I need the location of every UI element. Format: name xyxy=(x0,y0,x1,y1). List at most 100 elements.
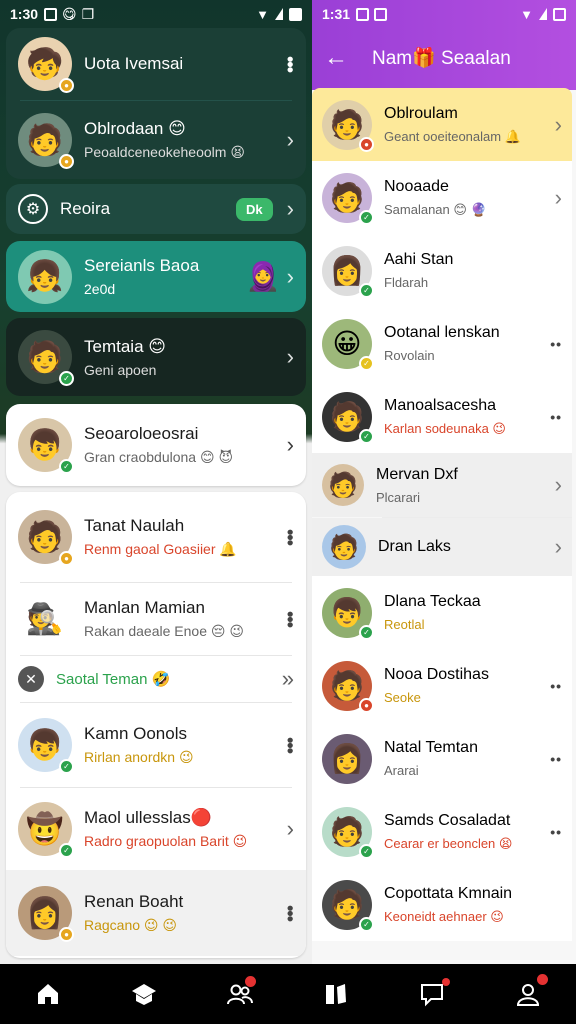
contact-name: Ootanal lenskan xyxy=(384,324,500,341)
avatar: 🧑 ● xyxy=(18,113,74,169)
contact-name: Dlana Teckaa xyxy=(384,593,481,610)
contact-status: Samalanan 😊 🔮 xyxy=(384,201,487,217)
chevron-right-icon[interactable]: › xyxy=(287,196,294,222)
chat-name: Kamn Oonols xyxy=(84,724,187,743)
pad-icon[interactable] xyxy=(124,974,164,1014)
more-options-icon[interactable]: •• xyxy=(550,824,562,840)
chat-icon[interactable] xyxy=(412,974,452,1014)
contact-status: Geant ooeiteonalam 🔔 xyxy=(384,128,521,144)
chat-item[interactable]: 🤠 ✓ Maol ullesslas🔴 Radro graopuolan Bari… xyxy=(6,788,306,870)
book-icon[interactable] xyxy=(316,974,356,1014)
more-options-icon[interactable]: ••• xyxy=(280,611,300,627)
chat-name: Manlan Mamian xyxy=(84,598,205,617)
profile-icon[interactable] xyxy=(508,974,548,1014)
message-icon xyxy=(374,7,388,21)
chat-preview: Gran craobdulona 😊 😈 xyxy=(84,449,234,465)
chevron-right-icon[interactable]: › xyxy=(555,472,562,498)
contact-name: Nooa Dostihas xyxy=(384,666,489,683)
chat-preview: Rakan daeale Enoe 😔 😉 xyxy=(84,623,244,639)
avatar: 👦 ✓ xyxy=(322,587,374,640)
wifi-icon: ▼ xyxy=(520,6,533,22)
contact-status: Keoneidt aehnaer 😉 xyxy=(384,908,504,924)
contact-status: Rovolain xyxy=(384,348,435,363)
avatar: 🧑 ● xyxy=(322,660,374,713)
back-arrow-icon[interactable]: ← xyxy=(324,44,348,72)
status-badge: Dk xyxy=(236,197,273,221)
more-options-icon[interactable]: ••• xyxy=(280,905,300,921)
more-options-icon[interactable]: ••• xyxy=(280,56,300,72)
chevron-right-icon[interactable]: › xyxy=(555,112,562,138)
list-item[interactable]: 👦 ✓ Dlana Teckaa Reotlal xyxy=(312,576,572,649)
groups-icon[interactable] xyxy=(220,974,260,1014)
chevron-right-icon[interactable]: › xyxy=(287,344,294,370)
chevron-right-icon[interactable]: › xyxy=(555,185,562,211)
more-options-icon[interactable]: •• xyxy=(550,409,562,425)
chat-item[interactable]: 👦 ✓ Seoaroloeosrai Gran craobdulona 😊 😈 › xyxy=(6,404,306,486)
avatar: 🧑 xyxy=(322,525,366,569)
list-item[interactable]: 🧑 ● Oblroulam Geant ooeiteonalam 🔔 › xyxy=(312,88,572,161)
list-item[interactable]: 😀 ✓ Ootanal lenskan Rovolain •• xyxy=(312,307,572,380)
home-icon[interactable] xyxy=(28,974,68,1014)
chat-item[interactable]: 🕵 Manlan Mamian Rakan daeale Enoe 😔 😉 ••… xyxy=(6,583,306,655)
chat-item[interactable]: ⚙ Reoira Dk › xyxy=(6,184,306,234)
list-item[interactable]: 🧑 ✓ Copottata Kmnain Keoneidt aehnaer 😉 xyxy=(312,868,572,941)
chat-item[interactable]: 🧑 ● Tanat Naulah Renm gaoal Goasiier 🔔 ••… xyxy=(6,492,306,582)
contact-status: Karlan sodeunaka 😉 xyxy=(384,420,506,436)
contact-status: Fldarah xyxy=(384,275,429,290)
chat-group-3: 👧 Sereianls Baoa 2e0d 🧕 › xyxy=(6,241,306,312)
chat-group-2: ⚙ Reoira Dk › xyxy=(6,184,306,234)
chat-item[interactable]: 👦 ✓ Kamn Oonols Rirlan anordkn 😉 ••• xyxy=(6,703,306,787)
more-options-icon[interactable]: ••• xyxy=(280,529,300,545)
contact-status: Ararai xyxy=(384,763,419,778)
avatar: 🤠 ✓ xyxy=(18,802,74,858)
chat-preview: Ragcano 😉 😉 xyxy=(84,917,178,933)
chat-item[interactable]: 🧑 ✓ Temtaia 😊 Geni apoen › xyxy=(6,318,306,396)
chat-name: Tanat Naulah xyxy=(84,516,185,535)
chevron-right-icon[interactable]: › xyxy=(555,534,562,560)
contact-name: Oblroulam xyxy=(384,104,458,122)
chevron-right-icon[interactable]: › xyxy=(287,264,294,290)
list-item[interactable]: 🧑 ✓ Nooaade Samalanan 😊 🔮 › xyxy=(312,161,572,234)
chat-name: Seoaroloeosrai xyxy=(84,424,199,443)
more-options-icon[interactable]: •• xyxy=(550,336,562,352)
list-item[interactable]: 🧑 Dran Laks › xyxy=(312,518,572,576)
more-options-icon[interactable]: ••• xyxy=(280,737,300,753)
header: 1:31 ▼ ← Nam🎁 Seaalan xyxy=(312,0,576,90)
chat-group-4: 🧑 ✓ Temtaia 😊 Geni apoen › xyxy=(6,318,306,396)
contact-status: Plcarari xyxy=(376,489,421,505)
chat-item[interactable]: 👧 Sereianls Baoa 2e0d 🧕 › xyxy=(6,241,306,312)
more-options-icon[interactable]: •• xyxy=(550,751,562,767)
avatar: 🧑 ● xyxy=(18,510,74,566)
notification-dot xyxy=(537,974,548,985)
chat-preview: 2e0d xyxy=(84,281,116,297)
list-item[interactable]: 🧑 ✓ Samds Cosaladat Cearar er beonclen 😫 •… xyxy=(312,795,572,868)
battery-icon xyxy=(553,7,566,21)
list-item[interactable]: 🧑 ✓ Manoalsacesha Karlan sodeunaka 😉 •• xyxy=(312,380,572,453)
more-options-icon[interactable]: •• xyxy=(550,678,562,694)
contact-name: Dran Laks xyxy=(378,538,451,555)
chat-item[interactable]: ✕ Saotal Teman 🤣 » xyxy=(6,656,306,702)
list-item[interactable]: 🧑 Mervan Dxf Plcarari › xyxy=(312,453,572,517)
chat-item[interactable]: 🧒 ● Uota Ivemsai ••• xyxy=(6,28,306,100)
chat-item[interactable]: 🧑 ● Oblrodaan 😊 Peoaldceneokeheoolm 😫 › xyxy=(6,101,306,179)
right-pane: 1:31 ▼ ← Nam🎁 Seaalan 🧑 ● Oblroulam Geant … xyxy=(312,0,576,964)
double-chevron-icon[interactable]: » xyxy=(282,666,294,692)
contact-name: Aahi Stan xyxy=(384,251,454,268)
chevron-right-icon[interactable]: › xyxy=(287,127,294,153)
chevron-right-icon[interactable]: › xyxy=(287,432,294,458)
chat-group-1: 🧒 ● Uota Ivemsai ••• 🧑 ● Oblrodaan 😊 Peoal… xyxy=(6,28,306,179)
list-item[interactable]: 👩 Natal Temtan Ararai •• xyxy=(312,722,572,795)
chevron-right-icon[interactable]: › xyxy=(287,816,294,842)
signal-icon xyxy=(275,8,283,20)
list-item[interactable]: 👩 ✓ Aahi Stan Fldarah xyxy=(312,234,572,307)
chat-item[interactable]: 👩 ● Renan Boaht Ragcano 😉 😉 ••• xyxy=(6,870,306,956)
contact-name: Natal Temtan xyxy=(384,739,478,756)
clock: 1:31 xyxy=(322,6,351,22)
list-item[interactable]: 🧑 ● Nooa Dostihas Seoke •• xyxy=(312,649,572,722)
contact-list: 🧑 ● Oblroulam Geant ooeiteonalam 🔔 › 🧑 ✓ No… xyxy=(312,88,572,941)
notification-icon: ❐ xyxy=(81,5,95,22)
avatar: 😀 ✓ xyxy=(322,318,374,371)
contact-status: Reotlal xyxy=(384,617,425,632)
avatar: 🧑 ✓ xyxy=(322,391,374,444)
avatar: 🧒 ● xyxy=(18,37,74,93)
